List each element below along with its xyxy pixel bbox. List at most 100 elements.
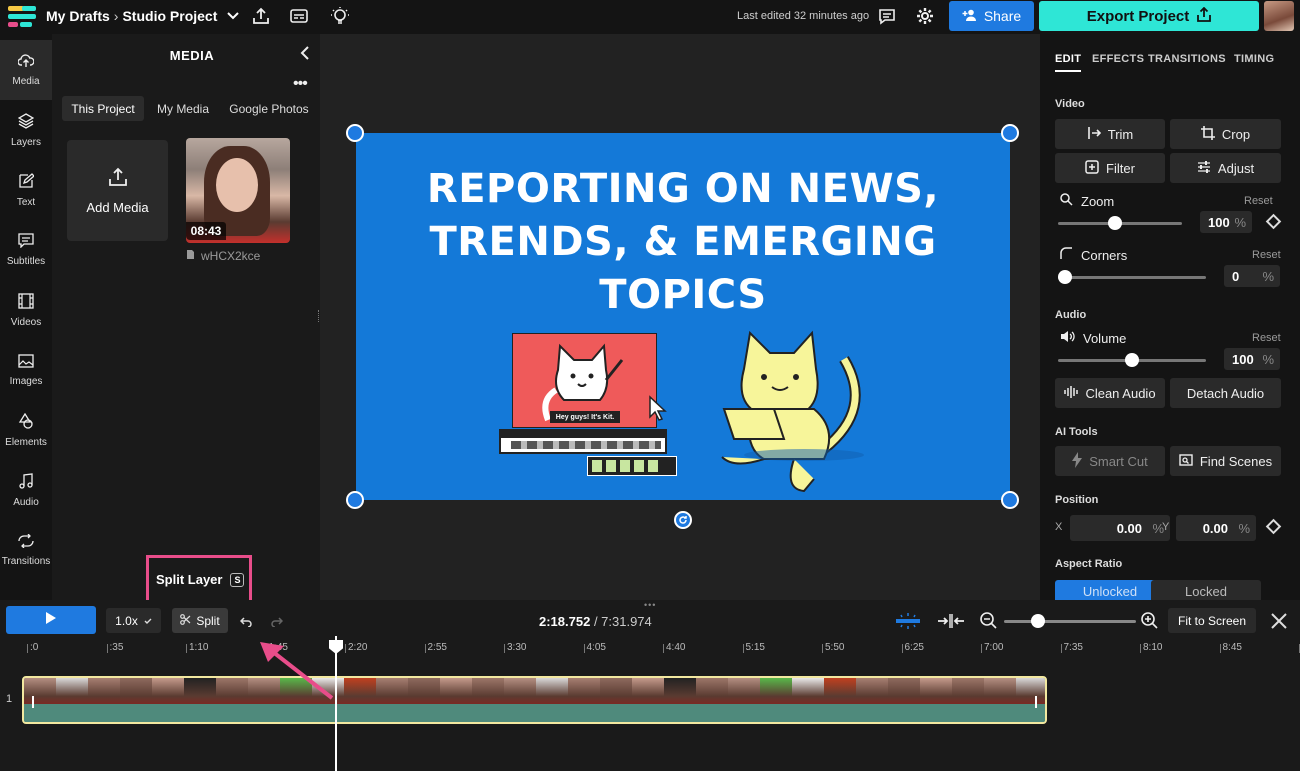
tab-this-project[interactable]: This Project (62, 96, 144, 121)
tab-timing[interactable]: TIMING (1234, 53, 1274, 65)
smart-cut-button[interactable]: Smart Cut (1055, 446, 1165, 476)
nav-item-images[interactable]: Images (0, 340, 52, 400)
resize-handle-top-left[interactable] (346, 124, 364, 142)
volume-value-field[interactable]: 100 % (1224, 348, 1280, 370)
crop-button[interactable]: Crop (1170, 119, 1281, 149)
clip-frame (24, 678, 56, 704)
layers-icon (17, 112, 35, 133)
split-button[interactable]: Split (172, 608, 228, 633)
nav-item-media[interactable]: Media (0, 40, 52, 100)
volume-reset-link[interactable]: Reset (1252, 332, 1281, 344)
trim-button[interactable]: Trim (1055, 119, 1165, 149)
crop-icon (1200, 125, 1215, 143)
breadcrumb-drafts[interactable]: My Drafts (46, 8, 110, 24)
tab-transitions[interactable]: TRANSITIONS (1148, 53, 1226, 65)
corners-value-field[interactable]: 0 % (1224, 265, 1280, 287)
clip-filename: wHCX2kce (186, 249, 260, 263)
share-button[interactable]: Share (949, 1, 1034, 31)
user-avatar[interactable] (1264, 1, 1294, 31)
rotate-handle-icon[interactable] (674, 511, 692, 529)
resize-handle-bottom-left[interactable] (346, 491, 364, 509)
zoom-slider[interactable] (1058, 216, 1182, 230)
playback-speed-select[interactable]: 1.0x (106, 608, 161, 633)
fit-to-screen-button[interactable]: Fit to Screen (1168, 608, 1256, 633)
corners-slider-knob[interactable] (1058, 270, 1072, 284)
timeline-zoom-knob[interactable] (1031, 614, 1045, 628)
keyframe-diamond-icon[interactable] (1265, 213, 1282, 230)
chevron-down-icon[interactable] (227, 12, 240, 20)
text-edit-icon (18, 172, 35, 193)
project-name[interactable]: Studio Project (122, 8, 217, 24)
play-button[interactable] (6, 606, 96, 634)
locked-toggle[interactable]: Locked (1151, 580, 1261, 602)
tab-edit[interactable]: EDIT (1055, 53, 1082, 72)
undo-icon[interactable] (239, 614, 252, 632)
slide-title[interactable]: REPORTING ON NEWS, TRENDS, & EMERGING TO… (356, 163, 1010, 322)
clip-frame (824, 678, 856, 704)
video-track-clip[interactable] (22, 676, 1047, 724)
comments-icon[interactable] (878, 8, 896, 25)
adjust-button[interactable]: Adjust (1170, 153, 1281, 183)
lightbulb-icon[interactable] (330, 6, 350, 26)
clip-frame (856, 678, 888, 704)
find-scenes-button[interactable]: Find Scenes (1170, 446, 1281, 476)
media-panel-title: MEDIA (169, 48, 215, 63)
timeline-zoom-slider[interactable] (1004, 614, 1136, 628)
redo-icon[interactable] (271, 614, 284, 632)
position-y-field[interactable]: 0.00 % (1176, 515, 1256, 541)
current-time: 2:18.752 (539, 614, 591, 629)
nav-item-text[interactable]: Text (0, 160, 52, 220)
subtitles-icon[interactable] (290, 8, 308, 24)
gear-icon[interactable] (916, 7, 934, 25)
resize-handle-bottom-right[interactable] (1001, 491, 1019, 509)
timeline-illustration (499, 429, 667, 454)
ruler-tick: 3:30 (503, 642, 527, 653)
zoom-value-field[interactable]: 100 % (1200, 211, 1252, 233)
zoom-out-icon[interactable] (980, 612, 998, 635)
adjust-sliders-icon (1197, 160, 1211, 177)
clip-trim-handle-right[interactable] (1035, 696, 1037, 708)
volume-slider[interactable] (1058, 353, 1206, 367)
timeline-resize-handle[interactable]: ••• (644, 600, 656, 610)
tab-google-photos[interactable]: Google Photos (224, 96, 314, 121)
corners-slider[interactable] (1058, 270, 1206, 284)
zoom-slider-knob[interactable] (1107, 216, 1122, 230)
corners-reset-link[interactable]: Reset (1252, 249, 1281, 261)
nav-item-transitions[interactable]: Transitions (0, 520, 52, 580)
nav-item-subtitles[interactable]: Subtitles (0, 220, 52, 280)
tab-effects[interactable]: EFFECTS (1092, 53, 1144, 65)
volume-value: 100 (1232, 351, 1254, 367)
zoom-reset-link[interactable]: Reset (1244, 195, 1273, 207)
fit-timeline-icon[interactable] (937, 613, 965, 634)
clip-frame (216, 678, 248, 704)
nav-item-videos[interactable]: Videos (0, 280, 52, 340)
close-icon[interactable] (1271, 613, 1287, 634)
clip-duration: 08:43 (186, 222, 226, 240)
zoom-unit: % (1234, 214, 1246, 230)
kapwing-logo-icon[interactable] (8, 6, 36, 28)
more-options-icon[interactable]: ••• (293, 76, 308, 92)
filter-button[interactable]: Filter (1055, 153, 1165, 183)
resize-handle-top-right[interactable] (1001, 124, 1019, 142)
volume-slider-knob[interactable] (1125, 353, 1139, 367)
nav-item-elements[interactable]: Elements (0, 400, 52, 460)
upload-icon[interactable] (252, 7, 270, 25)
timeline-ruler[interactable]: :0:351:101:452:202:553:304:054:405:155:5… (22, 636, 1300, 664)
export-project-button[interactable]: Export Project (1039, 1, 1259, 31)
left-nav: Media Layers Text Subtitles Videos Image… (0, 34, 52, 600)
keyframe-diamond-icon[interactable] (1265, 518, 1282, 535)
zoom-in-icon[interactable] (1141, 612, 1159, 635)
nav-item-audio[interactable]: Audio (0, 460, 52, 520)
subtitles-icon (18, 233, 34, 252)
position-x-field[interactable]: 0.00 % (1070, 515, 1170, 541)
detach-audio-button[interactable]: Detach Audio (1170, 378, 1281, 408)
nav-item-layers[interactable]: Layers (0, 100, 52, 160)
collapse-panel-icon[interactable] (300, 46, 310, 65)
tab-my-media[interactable]: My Media (150, 96, 216, 121)
clip-trim-handle-left[interactable] (32, 696, 34, 708)
clean-audio-button[interactable]: Clean Audio (1055, 378, 1165, 408)
canvas-slide[interactable]: REPORTING ON NEWS, TRENDS, & EMERGING TO… (356, 133, 1010, 500)
add-media-button[interactable]: Add Media (67, 140, 168, 241)
unlocked-toggle[interactable]: Unlocked (1055, 580, 1165, 602)
snap-magnet-icon[interactable] (894, 613, 922, 634)
